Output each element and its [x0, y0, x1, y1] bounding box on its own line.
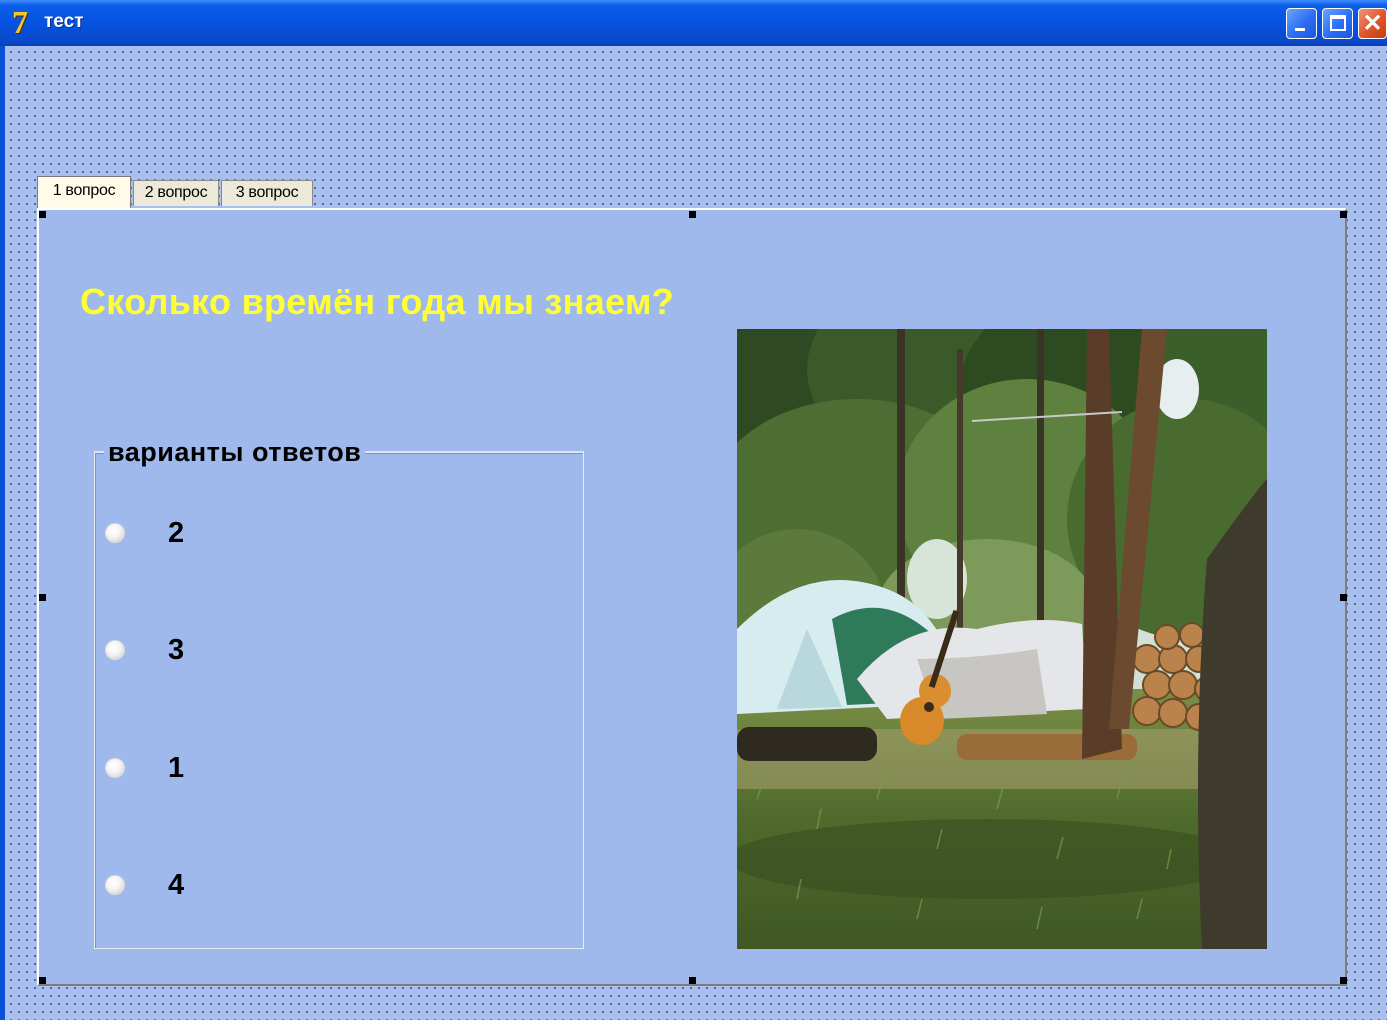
- campsite-photo: [737, 329, 1267, 949]
- minimize-icon: [1295, 28, 1305, 31]
- maximize-icon: [1330, 15, 1346, 31]
- answer-option-label[interactable]: 3: [168, 633, 184, 667]
- tab-question-3[interactable]: 3 вопрос: [221, 180, 313, 206]
- selection-handle[interactable]: [39, 977, 46, 984]
- tab-question-2[interactable]: 2 вопрос: [133, 180, 219, 206]
- minimize-button[interactable]: [1286, 8, 1317, 39]
- selection-handle[interactable]: [39, 594, 46, 601]
- radio-button-icon[interactable]: [106, 759, 124, 777]
- question-label: Сколько времён года мы знаем?: [80, 281, 675, 322]
- radio-button-icon[interactable]: [106, 524, 124, 542]
- maximize-button[interactable]: [1322, 8, 1353, 39]
- selection-handle[interactable]: [1340, 977, 1347, 984]
- radio-button-icon[interactable]: [106, 641, 124, 659]
- tab-question-1[interactable]: 1 вопрос: [37, 176, 131, 208]
- answer-option-label[interactable]: 1: [168, 751, 184, 785]
- answer-option-label[interactable]: 4: [168, 868, 184, 902]
- radio-button-icon[interactable]: [106, 876, 124, 894]
- campsite-photo-illustration: [737, 329, 1267, 949]
- app-window: 7 тест ✕ 1 вопрос 2 вопрос 3 вопрос Скол…: [0, 0, 1387, 1020]
- delphi-app-icon: 7: [12, 4, 28, 40]
- selection-handle[interactable]: [39, 211, 46, 218]
- title-bar[interactable]: 7 тест ✕: [0, 0, 1387, 46]
- answer-option-label[interactable]: 2: [168, 516, 184, 550]
- selection-handle[interactable]: [689, 977, 696, 984]
- close-button[interactable]: ✕: [1358, 8, 1387, 39]
- selection-handle[interactable]: [689, 211, 696, 218]
- selection-handle[interactable]: [1340, 594, 1347, 601]
- answers-group-caption: варианты ответов: [104, 437, 366, 468]
- selection-handle[interactable]: [1340, 211, 1347, 218]
- window-title: тест: [44, 11, 84, 32]
- close-icon: ✕: [1362, 10, 1383, 37]
